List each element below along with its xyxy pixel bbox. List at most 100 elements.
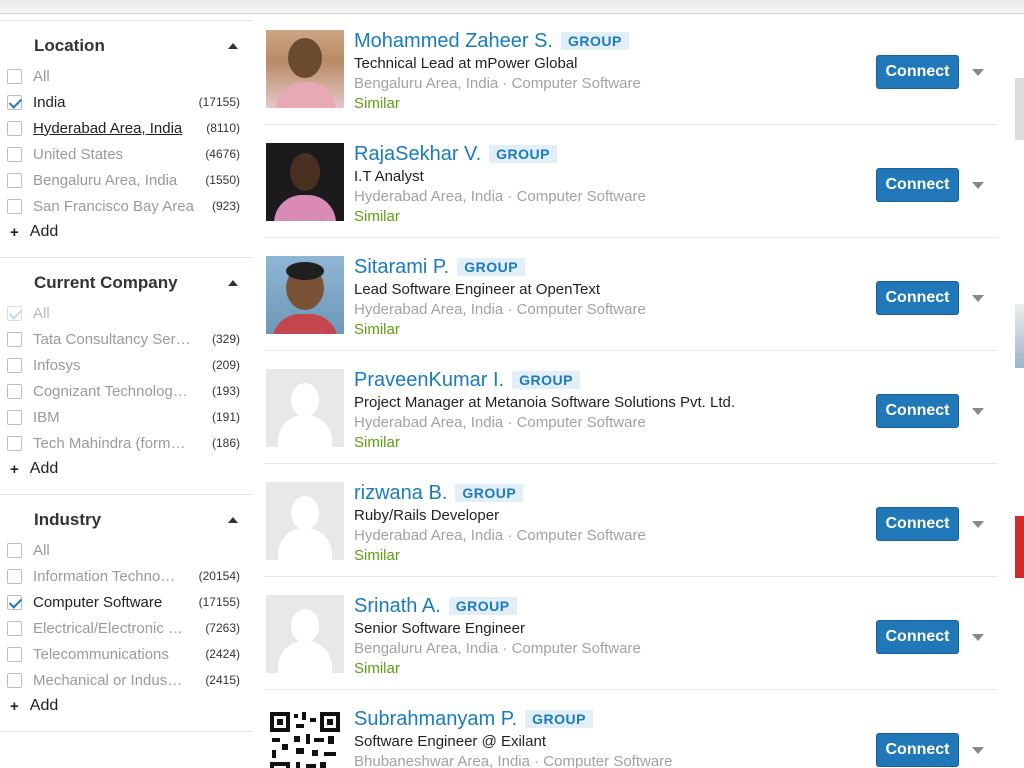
facet-count: (17155): [198, 595, 240, 609]
profile-name-link[interactable]: Subrahmanyam P.: [354, 708, 517, 731]
similar-link[interactable]: Similar: [354, 660, 874, 680]
facet-option[interactable]: Telecommunications (2424): [0, 641, 252, 667]
connect-button[interactable]: Connect: [876, 507, 959, 541]
facet-option[interactable]: Tech Mahindra (form… (186): [0, 430, 252, 456]
result-card: Mohammed Zaheer S. GROUP Technical Lead a…: [264, 12, 998, 125]
similar-link[interactable]: Similar: [354, 547, 874, 567]
checkbox[interactable]: [7, 672, 22, 688]
chevron-down-icon[interactable]: [972, 747, 984, 754]
facet-option[interactable]: Electrical/Electronic … (7263): [0, 615, 252, 641]
add-industry-button[interactable]: + Add: [0, 693, 252, 719]
facet-option[interactable]: India (17155): [0, 89, 252, 115]
checkbox[interactable]: [7, 331, 22, 347]
checkbox[interactable]: [7, 94, 22, 110]
checkbox[interactable]: [7, 305, 22, 321]
collapse-icon[interactable]: [228, 43, 238, 49]
facet-count: (186): [211, 436, 240, 450]
plus-icon: +: [10, 460, 19, 478]
chevron-down-icon[interactable]: [972, 69, 984, 76]
facet-option[interactable]: Hyderabad Area, India (8110): [0, 115, 252, 141]
chevron-down-icon[interactable]: [972, 408, 984, 415]
checkbox[interactable]: [7, 620, 22, 636]
checkbox[interactable]: [7, 435, 22, 451]
checkbox[interactable]: [7, 146, 22, 162]
checkbox[interactable]: [7, 172, 22, 188]
profile-name-link[interactable]: RajaSekhar V.: [354, 143, 481, 166]
facet-option[interactable]: San Francisco Bay Area (923): [0, 193, 252, 219]
connect-button[interactable]: Connect: [876, 620, 959, 654]
result-card: Srinath A. GROUP Senior Software Engineer…: [264, 577, 998, 690]
ad-image[interactable]: [1015, 78, 1024, 140]
default-avatar[interactable]: [266, 595, 344, 673]
headline: Project Manager at Metanoia Software Sol…: [354, 394, 736, 411]
add-location-button[interactable]: + Add: [0, 219, 252, 245]
connect-button[interactable]: Connect: [876, 168, 959, 202]
facet-option[interactable]: Tata Consultancy Ser… (329): [0, 326, 252, 352]
checkbox[interactable]: [7, 542, 22, 558]
facet-option-label: Information Techno…: [33, 567, 176, 585]
checkbox[interactable]: [7, 594, 22, 610]
industry-facet-header[interactable]: Industry: [0, 509, 252, 531]
add-company-button[interactable]: + Add: [0, 456, 252, 482]
default-avatar[interactable]: [266, 482, 344, 560]
checkbox[interactable]: [7, 120, 22, 136]
result-info: PraveenKumar I. GROUP Project Manager at …: [354, 367, 874, 454]
collapse-icon[interactable]: [228, 517, 238, 523]
checkbox[interactable]: [7, 383, 22, 399]
connect-button[interactable]: Connect: [876, 281, 959, 315]
facet-title: Location: [34, 36, 105, 55]
location-facet-header[interactable]: Location: [0, 35, 252, 57]
facet-option-label: All: [33, 67, 50, 85]
facet-option[interactable]: All: [0, 537, 252, 563]
checkbox[interactable]: [7, 357, 22, 373]
checkbox[interactable]: [7, 198, 22, 214]
facet-option[interactable]: United States (4676): [0, 141, 252, 167]
plus-icon: +: [10, 223, 19, 241]
profile-name-link[interactable]: Sitarami P.: [354, 256, 449, 279]
checkbox[interactable]: [7, 646, 22, 662]
checkbox[interactable]: [7, 568, 22, 584]
collapse-icon[interactable]: [228, 280, 238, 286]
facet-option[interactable]: Mechanical or Indus… (2415): [0, 667, 252, 693]
chevron-down-icon[interactable]: [972, 295, 984, 302]
chevron-down-icon[interactable]: [972, 521, 984, 528]
ad-image[interactable]: [1015, 304, 1024, 368]
similar-link[interactable]: Similar: [354, 434, 874, 454]
facet-count: (209): [211, 358, 240, 372]
headline: Ruby/Rails Developer: [354, 507, 500, 524]
facet-option[interactable]: Information Techno… (20154): [0, 563, 252, 589]
profile-photo[interactable]: [266, 143, 344, 221]
similar-link[interactable]: Similar: [354, 95, 874, 115]
connect-button[interactable]: Connect: [876, 394, 959, 428]
company-facet-header[interactable]: Current Company: [0, 272, 252, 294]
qr-code-photo[interactable]: [266, 708, 344, 768]
profile-photo[interactable]: [266, 30, 344, 108]
facet-option[interactable]: All: [0, 300, 252, 326]
connect-button[interactable]: Connect: [876, 55, 959, 89]
profile-name-link[interactable]: rizwana B.: [354, 482, 447, 505]
facet-option[interactable]: Bengaluru Area, India (1550): [0, 167, 252, 193]
facet-option-label: All: [33, 304, 50, 322]
facet-option-label: Electrical/Electronic …: [33, 619, 184, 637]
facet-option[interactable]: Infosys (209): [0, 352, 252, 378]
checkbox[interactable]: [7, 409, 22, 425]
profile-name-link[interactable]: PraveenKumar I.: [354, 369, 504, 392]
facet-option[interactable]: Computer Software (17155): [0, 589, 252, 615]
chevron-down-icon[interactable]: [972, 634, 984, 641]
facet-option[interactable]: All: [0, 63, 252, 89]
profile-name-link[interactable]: Mohammed Zaheer S.: [354, 30, 553, 53]
chevron-down-icon[interactable]: [972, 182, 984, 189]
ad-image[interactable]: [1015, 516, 1024, 578]
facet-option[interactable]: IBM (191): [0, 404, 252, 430]
checkbox[interactable]: [7, 68, 22, 84]
default-avatar[interactable]: [266, 369, 344, 447]
facet-option-label: Infosys: [33, 356, 81, 374]
similar-link[interactable]: Similar: [354, 208, 874, 228]
similar-link[interactable]: Similar: [354, 321, 874, 341]
facet-count: (8110): [206, 121, 240, 135]
connect-button[interactable]: Connect: [876, 733, 959, 767]
profile-name-link[interactable]: Srinath A.: [354, 595, 441, 618]
facet-option[interactable]: Cognizant Technolog… (193): [0, 378, 252, 404]
avatar-head-shape: [291, 496, 319, 530]
profile-photo[interactable]: [266, 256, 344, 334]
